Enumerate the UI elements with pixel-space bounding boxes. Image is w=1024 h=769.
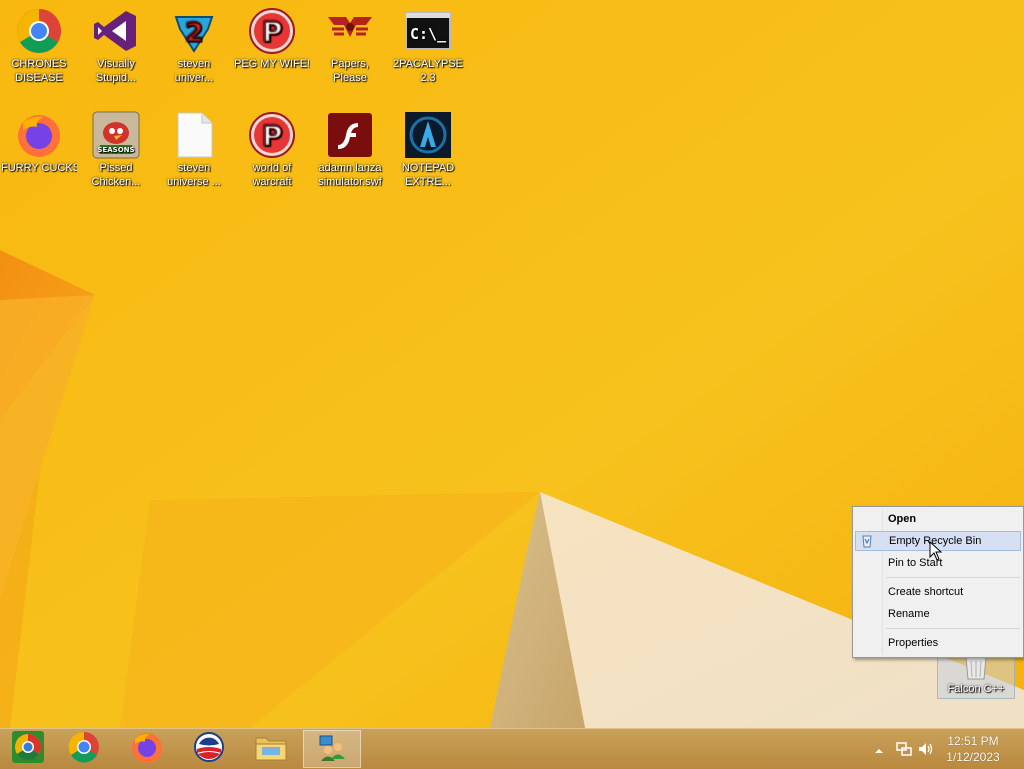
menu-separator xyxy=(886,628,1020,629)
desktop-icon-label: NOTEPAD xyxy=(401,162,455,174)
desktop-icon-chrones-disease[interactable]: CHRONES DISEASE xyxy=(1,7,77,85)
taskbar-button-obama-logo[interactable] xyxy=(181,730,237,768)
file-explorer-icon xyxy=(254,732,288,767)
firefox-icon xyxy=(15,111,63,159)
angry-birds-icon: SEASONS xyxy=(92,111,140,159)
steven-universe-icon: 2 xyxy=(170,7,218,55)
desktop-icon-label-line2: universe ... xyxy=(167,176,221,188)
desktop-icon-adamn-lanza-simulator[interactable]: adamn lanza simulator.swf xyxy=(312,111,388,189)
context-menu[interactable]: Open Empty Recycle Bin Pin to Start Crea… xyxy=(852,506,1024,658)
taskbar-button-file-explorer[interactable] xyxy=(243,730,299,768)
desktop[interactable]: CHRONES DISEASE Visually Stupid... 2 ste… xyxy=(0,0,1024,728)
menu-item-label: Properties xyxy=(888,637,939,649)
desktop-icon-label: 2PACALYPSE xyxy=(393,58,463,70)
clock-time: 12:51 PM xyxy=(947,734,999,748)
desktop-icon-label: steven xyxy=(177,162,211,174)
svg-text:2: 2 xyxy=(185,18,203,48)
desktop-icon-label: steven xyxy=(177,58,211,70)
desktop-icon-furry-cucks[interactable]: FURRY CUCKS xyxy=(1,111,77,175)
desktop-icon-label-line2: EXTRE... xyxy=(405,176,451,188)
taskbar-button-chrome-canary[interactable] xyxy=(0,730,56,768)
taskbar-button-firefox[interactable] xyxy=(119,730,175,768)
desktop-icon-label: FURRY CUCKS xyxy=(1,162,77,174)
desktop-icon-peg-my-wife[interactable]: P PEG MY WIFE! xyxy=(234,7,310,71)
notepad-extreme-icon xyxy=(404,111,452,159)
pegasus-icon: P xyxy=(248,111,296,159)
pegasus-icon: P xyxy=(248,7,296,55)
menu-item-properties[interactable]: Properties xyxy=(855,633,1021,653)
desktop-icon-label: adamn lanza xyxy=(318,162,382,174)
desktop-icon-label: CHRONES xyxy=(11,58,67,70)
desktop-icon-label-line2: DISEASE xyxy=(15,72,63,84)
papers-please-icon xyxy=(326,7,374,55)
desktop-icon-label: Papers, xyxy=(331,58,369,70)
command-prompt-icon: C:\_ xyxy=(404,7,452,55)
desktop-icon-visually-stupid[interactable]: Visually Stupid... xyxy=(78,7,154,85)
network-icon[interactable] xyxy=(896,741,912,757)
mouse-cursor-icon xyxy=(929,541,943,561)
obama-logo-icon xyxy=(193,731,225,768)
desktop-icon-label-line2: simulator.swf xyxy=(318,176,382,188)
volume-icon[interactable] xyxy=(918,741,934,757)
desktop-icon-label-line2: Stupid... xyxy=(95,72,137,84)
show-hidden-icons-chevron-up-icon[interactable] xyxy=(874,743,884,753)
svg-text:SEASONS: SEASONS xyxy=(97,146,134,154)
desktop-icon-label-line2: univer... xyxy=(174,72,214,84)
visual-studio-icon xyxy=(92,7,140,55)
desktop-icon-2pacalypse[interactable]: C:\_ 2PACALYPSE 2.3 xyxy=(390,7,466,85)
desktop-icon-pissed-chicken[interactable]: SEASONS Pissed Chicken... xyxy=(78,111,154,189)
desktop-icon-label-line2: 2.3 xyxy=(420,72,436,84)
chrome-canary-icon xyxy=(11,730,45,769)
chrome-icon xyxy=(15,7,63,55)
desktop-icon-label-line2: Please xyxy=(333,72,367,84)
svg-text:P: P xyxy=(262,119,283,152)
network-people-icon xyxy=(317,732,347,767)
desktop-icon-label-line2: Chicken... xyxy=(91,176,141,188)
menu-separator xyxy=(886,577,1020,578)
recycle-bin-small-icon xyxy=(860,534,876,550)
desktop-icon-label: Pissed xyxy=(99,162,133,174)
svg-text:P: P xyxy=(262,15,283,48)
taskbar[interactable]: 12:51 PM 1/12/2023 xyxy=(0,728,1024,769)
recycle-bin-label: Falcon C++ xyxy=(947,683,1005,695)
menu-item-label: Create shortcut xyxy=(888,586,964,598)
menu-item-open[interactable]: Open xyxy=(855,509,1021,529)
desktop-icon-steven-univer[interactable]: 2 steven univer... xyxy=(156,7,232,85)
firefox-icon xyxy=(130,730,164,769)
menu-item-create-shortcut[interactable]: Create shortcut xyxy=(855,582,1021,602)
flash-icon xyxy=(326,111,374,159)
menu-item-label: Open xyxy=(888,513,917,525)
system-tray: 12:51 PM 1/12/2023 xyxy=(864,729,1024,769)
blank-file-icon xyxy=(170,111,218,159)
menu-item-label: Rename xyxy=(888,608,930,620)
menu-item-rename[interactable]: Rename xyxy=(855,604,1021,624)
desktop-icon-steven-universe-file[interactable]: steven universe ... xyxy=(156,111,232,189)
desktop-icon-label-line2: warcraft xyxy=(252,176,292,188)
desktop-icon-world-of-warcraft[interactable]: P world of warcraft xyxy=(234,111,310,189)
taskbar-button-chrome[interactable] xyxy=(56,730,112,768)
taskbar-clock[interactable]: 12:51 PM 1/12/2023 xyxy=(938,733,1008,765)
desktop-icon-label: PEG MY WIFE! xyxy=(234,58,310,70)
taskbar-button-network-people[interactable] xyxy=(303,730,361,768)
desktop-icon-papers-please[interactable]: Papers, Please xyxy=(312,7,388,85)
desktop-icon-label: world of xyxy=(252,162,292,174)
desktop-icon-label: Visually xyxy=(97,58,135,70)
recycle-bin-icon xyxy=(960,655,992,681)
chrome-icon xyxy=(67,730,101,769)
desktop-icon-notepad-extre[interactable]: NOTEPAD EXTRE... xyxy=(390,111,466,189)
svg-text:C:\_: C:\_ xyxy=(410,25,447,43)
clock-date: 1/12/2023 xyxy=(946,750,1000,764)
